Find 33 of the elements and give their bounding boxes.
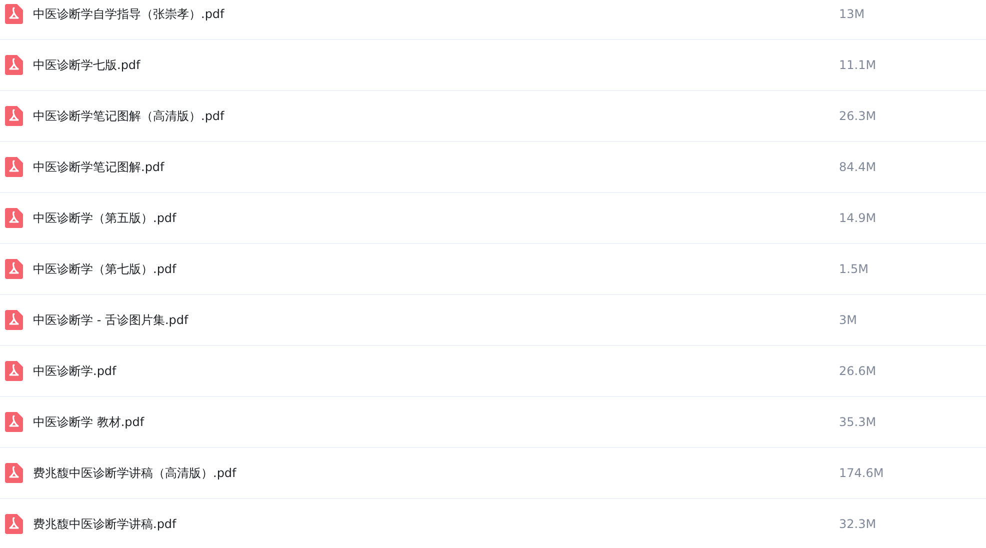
file-size: 32.3M	[839, 517, 876, 531]
file-name[interactable]: 中医诊断学笔记图解（高清版）.pdf	[33, 108, 839, 124]
file-name[interactable]: 中医诊断学自学指导（张崇孝）.pdf	[33, 6, 839, 22]
pdf-file-icon	[5, 310, 23, 330]
pdf-file-icon	[5, 514, 23, 534]
file-name[interactable]: 中医诊断学.pdf	[33, 362, 839, 380]
pdf-file-icon	[5, 55, 23, 75]
file-name[interactable]: 费兆馥中医诊断学讲稿.pdf	[33, 516, 839, 532]
file-size: 174.6M	[839, 466, 884, 480]
file-name[interactable]: 中医诊断学 教材.pdf	[33, 414, 839, 430]
file-size: 26.6M	[839, 364, 876, 378]
pdf-file-icon	[5, 4, 23, 24]
file-size: 3M	[839, 313, 857, 327]
file-name[interactable]: 费兆馥中医诊断学讲稿（高清版）.pdf	[33, 464, 839, 482]
file-size: 14.9M	[839, 211, 876, 225]
file-size: 11.1M	[839, 58, 876, 72]
file-size: 26.3M	[839, 109, 876, 123]
pdf-file-icon	[5, 106, 23, 126]
pdf-file-icon	[5, 463, 23, 483]
pdf-file-icon	[5, 208, 23, 228]
file-size: 35.3M	[839, 415, 876, 429]
file-size: 1.5M	[839, 262, 868, 276]
file-name[interactable]: 中医诊断学（第七版）.pdf	[33, 260, 839, 278]
pdf-file-icon	[5, 157, 23, 177]
file-name[interactable]: 中医诊断学 - 舌诊图片集.pdf	[33, 312, 839, 328]
file-name[interactable]: 中医诊断学七版.pdf	[33, 56, 839, 74]
file-name[interactable]: 中医诊断学（第五版）.pdf	[33, 210, 839, 226]
pdf-file-icon	[5, 361, 23, 381]
file-size: 13M	[839, 7, 865, 21]
pdf-file-icon	[5, 259, 23, 279]
pdf-file-icon	[5, 412, 23, 432]
file-size: 84.4M	[839, 160, 876, 174]
file-name[interactable]: 中医诊断学笔记图解.pdf	[33, 158, 839, 176]
